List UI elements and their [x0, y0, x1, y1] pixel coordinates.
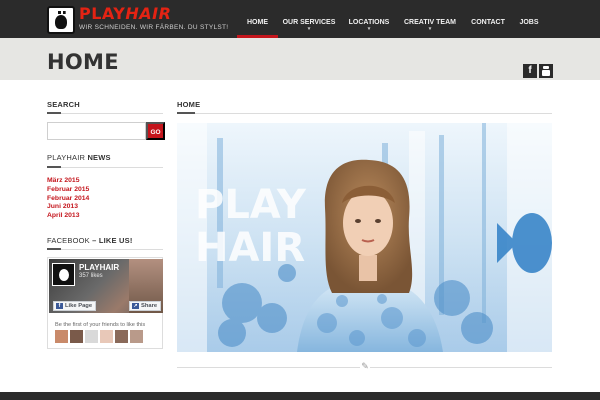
content-heading: HOME — [177, 100, 201, 109]
ornament-icon: ✎ — [360, 360, 370, 372]
news-archive-list: März 2015 Februar 2015 Februar 2014 Juni… — [47, 177, 89, 221]
nav-our-services[interactable]: OUR SERVICES ▾ — [280, 0, 338, 38]
avatar[interactable] — [85, 330, 98, 343]
logo[interactable]: PLAYHAIR WIR SCHNEIDEN. WIR FÄRBEN. DU S… — [47, 6, 228, 34]
logo-wordmark: PLAYHAIR — [79, 4, 172, 23]
divider — [47, 248, 163, 250]
avatar[interactable] — [130, 330, 143, 343]
chevron-down-icon: ▾ — [428, 26, 432, 32]
footer-bar — [0, 392, 600, 400]
news-link[interactable]: April 2013 — [47, 212, 89, 221]
facebook-heading: FACEBOOK – LIKE US! — [47, 236, 133, 245]
news-heading: PLAYHAIR NEWS — [47, 153, 111, 162]
facebook-icon[interactable]: f — [523, 64, 537, 78]
search-input[interactable] — [47, 122, 146, 140]
chevron-down-icon: ▾ — [307, 26, 311, 32]
chevron-down-icon: ▾ — [367, 26, 371, 32]
page-title: HOME — [47, 50, 119, 74]
news-link[interactable]: März 2015 — [47, 177, 89, 186]
search-heading: SEARCH — [47, 100, 80, 109]
avatar[interactable] — [115, 330, 128, 343]
divider — [47, 166, 163, 168]
youtube-icon[interactable] — [539, 64, 553, 78]
avatar[interactable] — [70, 330, 83, 343]
share-button[interactable]: ↗ Share — [129, 301, 162, 311]
news-link[interactable]: Juni 2013 — [47, 203, 89, 212]
facebook-cover-image: PLAYHAIR 357 likes f Like Page ↗ Share — [49, 259, 163, 313]
friend-faces — [55, 330, 145, 343]
avatar[interactable] — [100, 330, 113, 343]
facebook-icon: f — [56, 303, 63, 309]
avatar[interactable] — [55, 330, 68, 343]
nav-locations[interactable]: LOCATIONS ▾ — [345, 0, 393, 38]
like-page-button[interactable]: f Like Page — [53, 301, 97, 311]
logo-tagline: WIR SCHNEIDEN. WIR FÄRBEN. DU STYLST! — [79, 24, 229, 31]
friends-prompt: Be the first of your friends to like thi… — [55, 322, 146, 328]
divider — [47, 112, 163, 114]
svg-text:HAIR: HAIR — [195, 225, 305, 271]
news-link[interactable]: Februar 2015 — [47, 186, 89, 195]
divider — [177, 112, 552, 114]
nav-jobs[interactable]: JOBS — [514, 0, 544, 38]
search-go-button[interactable]: GO — [146, 122, 165, 140]
logo-mark-icon — [47, 6, 75, 34]
nav-home[interactable]: HOME — [237, 0, 278, 38]
facebook-page-name[interactable]: PLAYHAIR — [79, 263, 119, 272]
facebook-page-widget: PLAYHAIR 357 likes f Like Page ↗ Share Be … — [47, 257, 163, 349]
hero-image: PLAY HAIR — [177, 123, 552, 352]
nav-contact[interactable]: CONTACT — [467, 0, 509, 38]
news-link[interactable]: Februar 2014 — [47, 195, 89, 204]
avatar[interactable] — [52, 263, 75, 286]
share-icon: ↗ — [132, 303, 139, 309]
hero-text: PLAY — [195, 182, 307, 228]
nav-creativ-team[interactable]: CREATIV TEAM ▾ — [402, 0, 458, 38]
facebook-like-count: 357 likes — [79, 273, 103, 279]
